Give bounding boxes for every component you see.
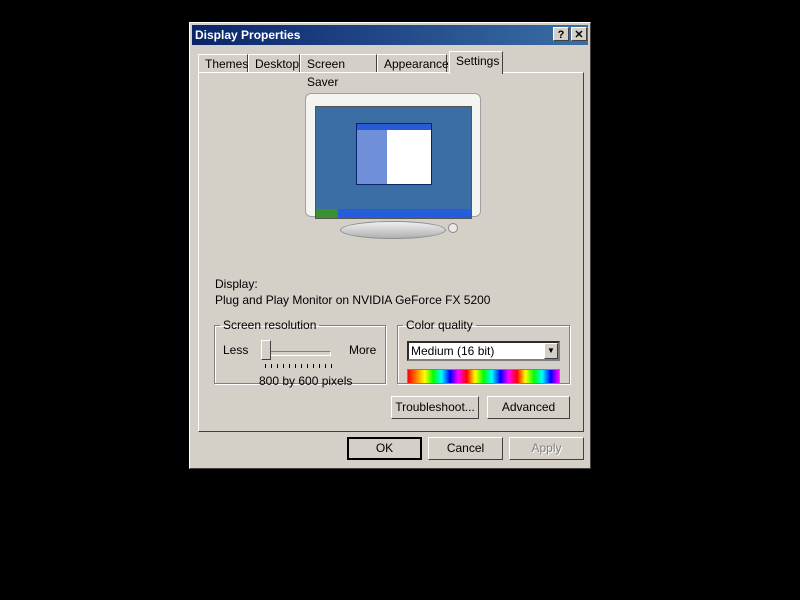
display-properties-dialog: Display Properties ? ✕ Themes Desktop Sc… [189,22,591,469]
preview-window [356,123,432,185]
resolution-slider-ticks [265,364,332,368]
color-quality-legend: Color quality [406,318,473,332]
desktop-preview-screen [315,106,472,219]
display-label: Display: [215,277,258,291]
color-quality-value: Medium (16 bit) [411,344,495,358]
display-device-name: Plug and Play Monitor on NVIDIA GeForce … [215,293,491,307]
cancel-button[interactable]: Cancel [428,437,503,460]
tab-themes[interactable]: Themes [198,54,248,73]
title-bar[interactable]: Display Properties ? ✕ [192,25,588,45]
resolution-slider-track[interactable] [263,351,331,356]
preview-taskbar [316,209,471,218]
help-button[interactable]: ? [553,27,569,41]
apply-button: Apply [509,437,584,460]
monitor-power-icon [448,223,458,233]
color-spectrum-preview [407,369,560,384]
tab-strip: Themes Desktop Screen Saver Appearance S… [198,51,588,89]
advanced-button[interactable]: Advanced [487,396,570,419]
tab-desktop[interactable]: Desktop [248,54,300,73]
monitor-stand [340,221,446,239]
window-title: Display Properties [195,28,301,42]
monitor-preview [305,93,481,239]
resolution-slider-thumb[interactable] [261,340,271,360]
preview-window-sidebar [357,130,387,184]
tab-appearance[interactable]: Appearance [377,54,449,73]
color-quality-select[interactable]: Medium (16 bit) ▼ [407,341,560,361]
color-quality-group: Color quality Medium (16 bit) ▼ [397,318,570,384]
settings-panel: Display: Plug and Play Monitor on NVIDIA… [198,72,584,432]
tab-screen-saver[interactable]: Screen Saver [300,54,377,89]
screen-resolution-group: Screen resolution Less More 800 by 600 p… [214,318,386,388]
ok-button[interactable]: OK [347,437,422,460]
less-label: Less [223,343,249,357]
resolution-value: 800 by 600 pixels [259,374,353,388]
close-button[interactable]: ✕ [571,27,587,41]
screen-resolution-legend: Screen resolution [223,318,317,332]
more-label: More [349,343,377,357]
monitor-bezel [305,93,481,219]
troubleshoot-button[interactable]: Troubleshoot... [391,396,479,419]
preview-start-button [316,209,338,218]
chevron-down-icon[interactable]: ▼ [544,343,558,359]
tab-settings[interactable]: Settings [449,51,503,74]
